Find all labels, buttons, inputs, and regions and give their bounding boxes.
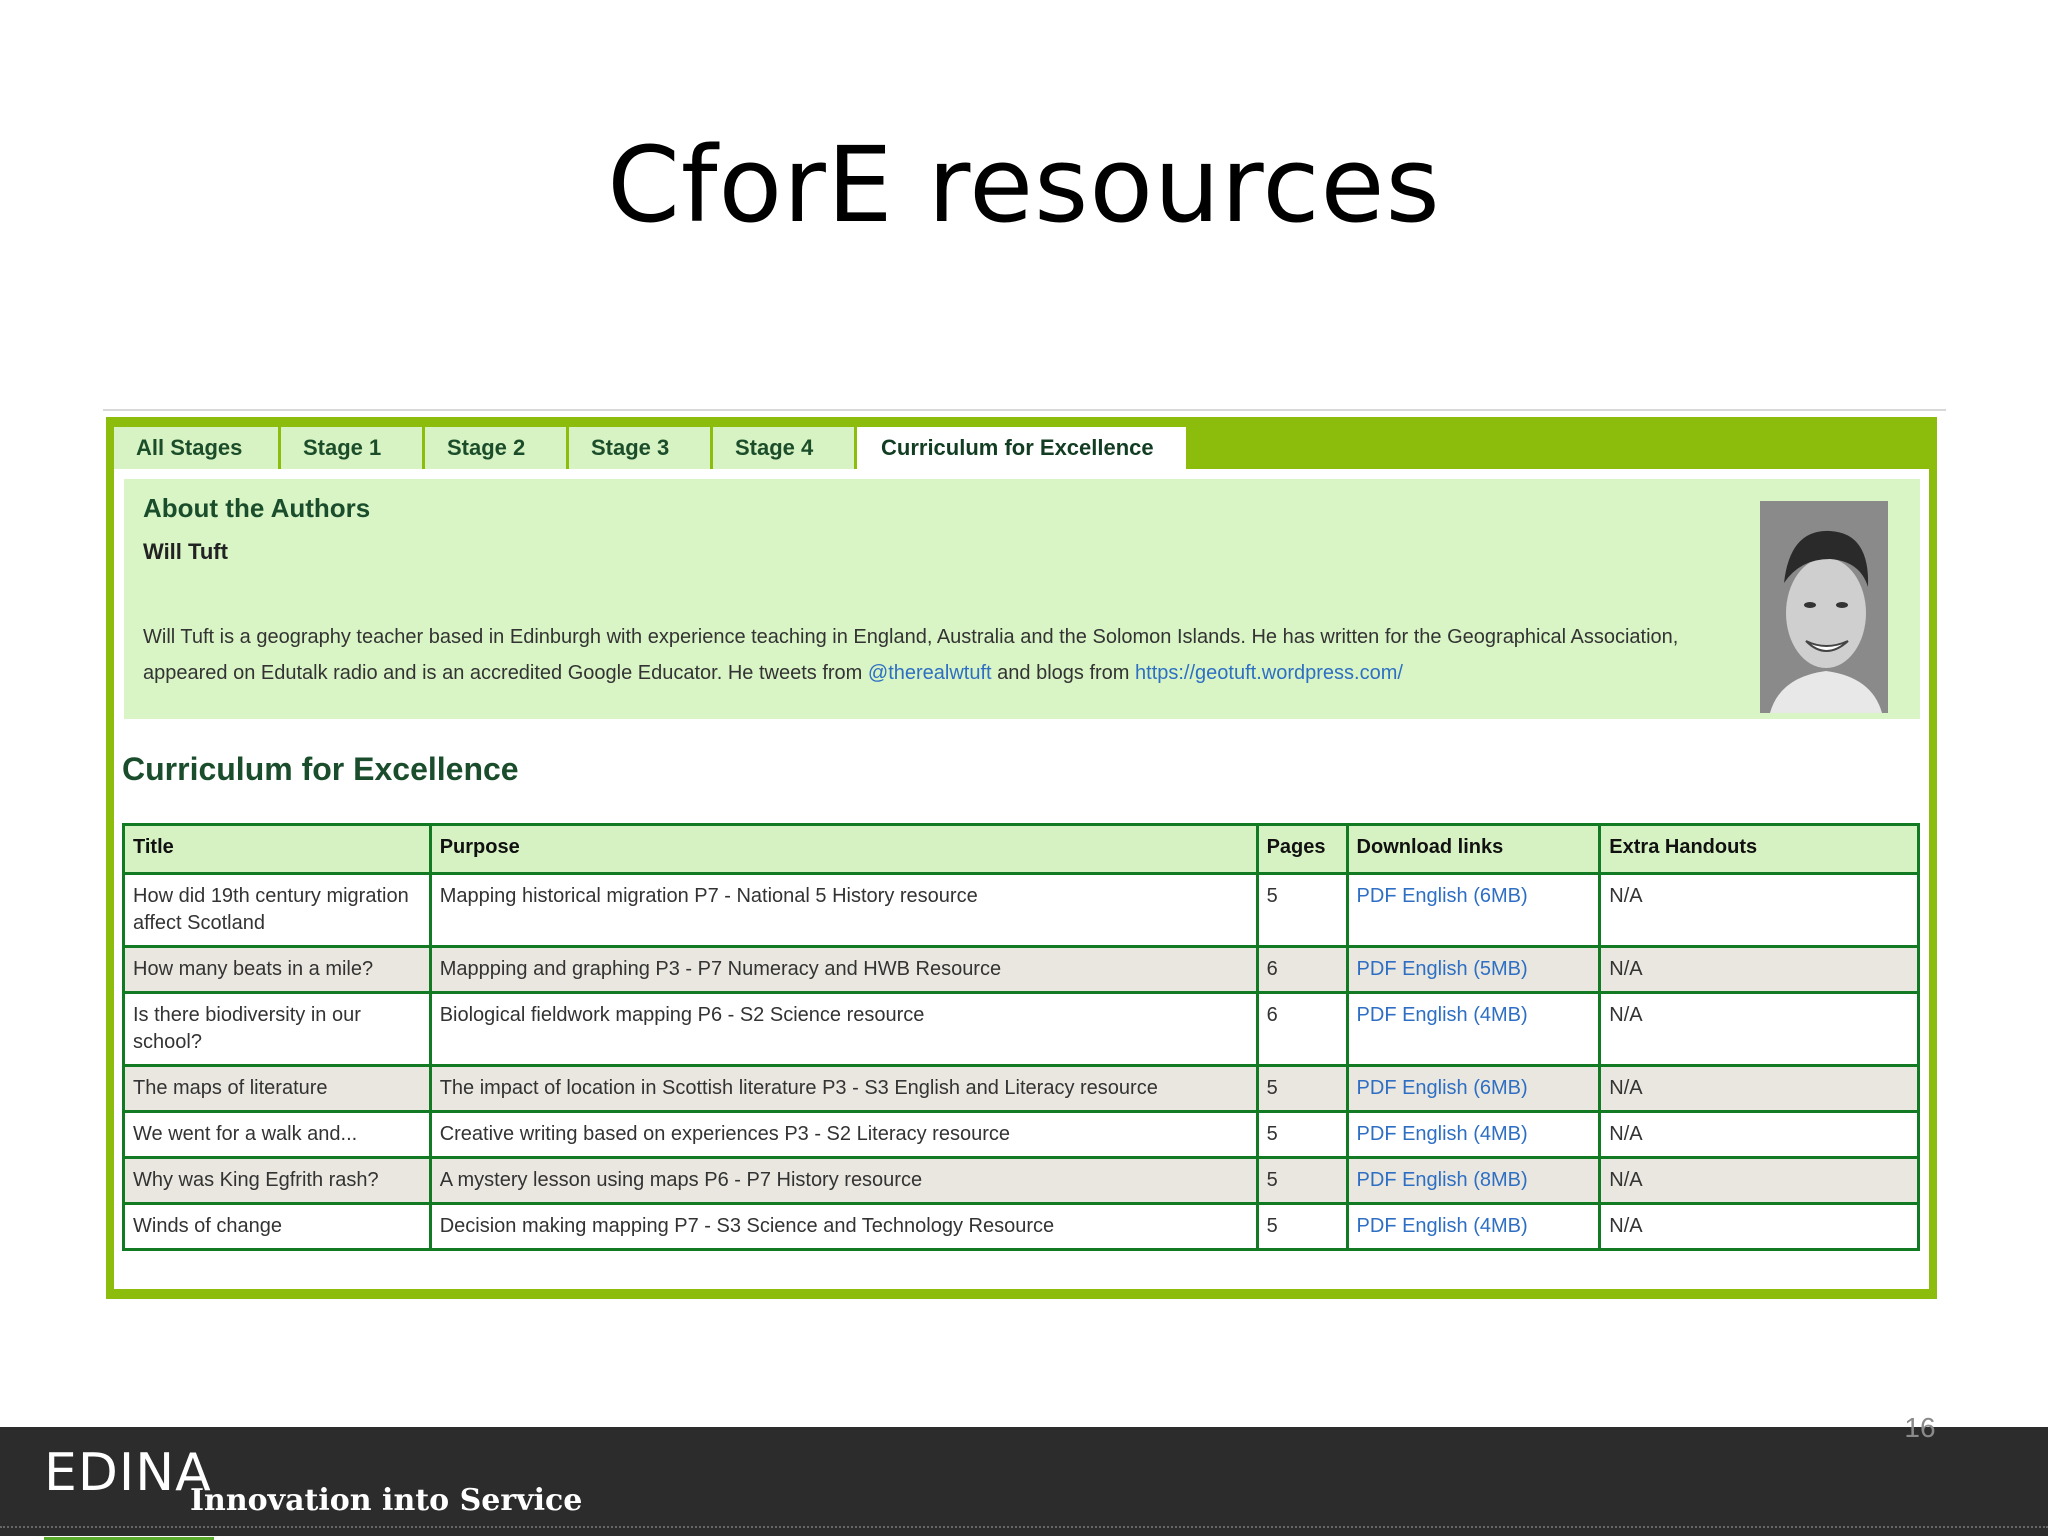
cell-extra: N/A bbox=[1598, 872, 1920, 948]
cell-download: PDF English (6MB) bbox=[1345, 872, 1602, 948]
cell-pages: 5 bbox=[1255, 872, 1349, 948]
website-screenshot: All Stages Stage 1 Stage 2 Stage 3 Stage… bbox=[106, 417, 1937, 1299]
cell-purpose: The impact of location in Scottish liter… bbox=[428, 1064, 1259, 1113]
pdf-download-link[interactable]: PDF English (6MB) bbox=[1357, 1077, 1528, 1099]
table-header-row: Title Purpose Pages Download links Extra… bbox=[122, 823, 1920, 875]
tab-stage-1[interactable]: Stage 1 bbox=[281, 427, 425, 469]
table-row: Is there biodiversity in our school? Bio… bbox=[122, 991, 1920, 1067]
pdf-download-link[interactable]: PDF English (4MB) bbox=[1357, 1215, 1528, 1237]
author-bio: Will Tuft is a geography teacher based i… bbox=[143, 619, 1703, 691]
edina-logo: EDINA bbox=[44, 1443, 214, 1540]
cell-download: PDF English (6MB) bbox=[1345, 1064, 1602, 1113]
table-row: How did 19th century migration affect Sc… bbox=[122, 872, 1920, 948]
tab-stage-3[interactable]: Stage 3 bbox=[569, 427, 713, 469]
cell-purpose: Mapping historical migration P7 - Nation… bbox=[428, 872, 1259, 948]
cell-extra: N/A bbox=[1598, 991, 1920, 1067]
slide-title: CforE resources bbox=[607, 124, 1441, 246]
tab-stage-2[interactable]: Stage 2 bbox=[425, 427, 569, 469]
cell-title: How many beats in a mile? bbox=[122, 945, 432, 994]
cell-extra: N/A bbox=[1598, 1202, 1920, 1251]
section-heading: Curriculum for Excellence bbox=[122, 751, 519, 787]
footer-divider bbox=[0, 1526, 2048, 1528]
cell-extra: N/A bbox=[1598, 1156, 1920, 1205]
tab-stage-4[interactable]: Stage 4 bbox=[713, 427, 857, 469]
cell-purpose: A mystery lesson using maps P6 - P7 Hist… bbox=[428, 1156, 1259, 1205]
tab-all-stages[interactable]: All Stages bbox=[114, 427, 281, 469]
about-authors-panel: About the Authors Will Tuft Will Tuft is… bbox=[124, 479, 1920, 719]
author-portrait-icon bbox=[1760, 501, 1888, 713]
cell-download: PDF English (8MB) bbox=[1345, 1156, 1602, 1205]
cell-extra: N/A bbox=[1598, 1064, 1920, 1113]
column-header-title: Title bbox=[122, 823, 432, 875]
table-row: Winds of change Decision making mapping … bbox=[122, 1202, 1920, 1251]
logo-tagline: Innovation into Service bbox=[190, 1483, 583, 1518]
cell-download: PDF English (4MB) bbox=[1345, 991, 1602, 1067]
table-row: We went for a walk and... Creative writi… bbox=[122, 1110, 1920, 1159]
column-header-extra-handouts: Extra Handouts bbox=[1598, 823, 1920, 875]
resources-table: Title Purpose Pages Download links Extra… bbox=[122, 823, 1920, 1251]
slide-footer: EDINA Innovation into Service bbox=[0, 1427, 2048, 1540]
twitter-link[interactable]: @therealwtuft bbox=[868, 662, 992, 684]
cell-pages: 5 bbox=[1255, 1156, 1349, 1205]
cell-download: PDF English (4MB) bbox=[1345, 1110, 1602, 1159]
pdf-download-link[interactable]: PDF English (4MB) bbox=[1357, 1004, 1528, 1026]
cell-title: Why was King Egfrith rash? bbox=[122, 1156, 432, 1205]
cell-pages: 5 bbox=[1255, 1110, 1349, 1159]
table-row: Why was King Egfrith rash? A mystery les… bbox=[122, 1156, 1920, 1205]
cell-title: We went for a walk and... bbox=[122, 1110, 432, 1159]
cell-pages: 6 bbox=[1255, 945, 1349, 994]
cell-title: The maps of literature bbox=[122, 1064, 432, 1113]
slide-number: 16 bbox=[1904, 1412, 1936, 1443]
bio-text: and blogs from bbox=[991, 662, 1136, 684]
cell-title: Winds of change bbox=[122, 1202, 432, 1251]
column-header-purpose: Purpose bbox=[428, 823, 1259, 875]
cell-pages: 5 bbox=[1255, 1064, 1349, 1113]
pdf-download-link[interactable]: PDF English (8MB) bbox=[1357, 1169, 1528, 1191]
logo-text: EDINA bbox=[44, 1443, 212, 1503]
table-row: The maps of literature The impact of loc… bbox=[122, 1064, 1920, 1113]
column-header-pages: Pages bbox=[1255, 823, 1349, 875]
pdf-download-link[interactable]: PDF English (4MB) bbox=[1357, 1123, 1528, 1145]
cell-purpose: Creative writing based on experiences P3… bbox=[428, 1110, 1259, 1159]
cell-download: PDF English (4MB) bbox=[1345, 1202, 1602, 1251]
cell-title: How did 19th century migration affect Sc… bbox=[122, 872, 432, 948]
cell-purpose: Decision making mapping P7 - S3 Science … bbox=[428, 1202, 1259, 1251]
tab-content: About the Authors Will Tuft Will Tuft is… bbox=[114, 469, 1929, 1289]
author-name: Will Tuft bbox=[143, 539, 228, 564]
cell-extra: N/A bbox=[1598, 1110, 1920, 1159]
author-photo bbox=[1760, 501, 1888, 713]
cell-purpose: Biological fieldwork mapping P6 - S2 Sci… bbox=[428, 991, 1259, 1067]
stage-tabs: All Stages Stage 1 Stage 2 Stage 3 Stage… bbox=[114, 427, 1189, 469]
cell-pages: 6 bbox=[1255, 991, 1349, 1067]
cell-download: PDF English (5MB) bbox=[1345, 945, 1602, 994]
about-authors-heading: About the Authors bbox=[143, 493, 371, 523]
cell-extra: N/A bbox=[1598, 945, 1920, 994]
pdf-download-link[interactable]: PDF English (5MB) bbox=[1357, 958, 1528, 980]
cell-title: Is there biodiversity in our school? bbox=[122, 991, 432, 1067]
pdf-download-link[interactable]: PDF English (6MB) bbox=[1357, 885, 1528, 907]
cell-pages: 5 bbox=[1255, 1202, 1349, 1251]
column-header-download-links: Download links bbox=[1345, 823, 1602, 875]
blog-link[interactable]: https://geotuft.wordpress.com/ bbox=[1135, 662, 1403, 684]
table-row: How many beats in a mile? Mappping and g… bbox=[122, 945, 1920, 994]
cell-purpose: Mappping and graphing P3 - P7 Numeracy a… bbox=[428, 945, 1259, 994]
divider bbox=[103, 409, 1946, 411]
tab-curriculum-for-excellence[interactable]: Curriculum for Excellence bbox=[857, 427, 1189, 469]
